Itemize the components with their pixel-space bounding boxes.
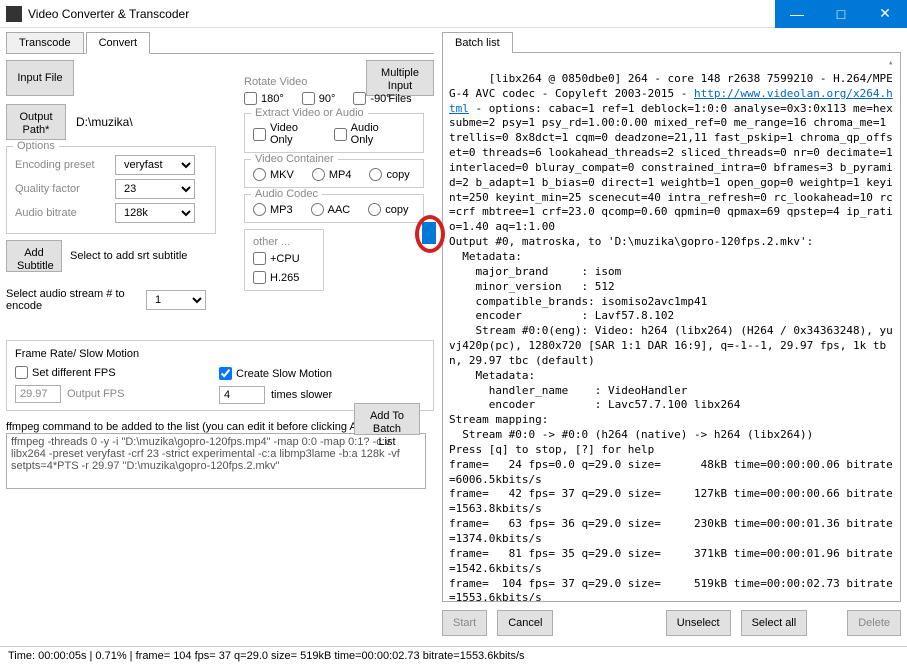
app-icon [6, 6, 22, 22]
highlight-circle [415, 215, 445, 253]
audio-stream-select[interactable]: 1 [146, 290, 206, 310]
add-subtitle-hint: Select to add srt subtitle [70, 250, 187, 262]
quality-factor-select[interactable]: 23 [115, 179, 195, 199]
add-subtitle-button[interactable]: Add Subtitle [6, 240, 62, 272]
tab-convert[interactable]: Convert [86, 32, 151, 54]
options-legend: Options [13, 140, 59, 152]
times-slower-label: times slower [271, 389, 332, 401]
fps-legend: Frame Rate/ Slow Motion [15, 348, 205, 360]
encoding-preset-label: Encoding preset [15, 159, 115, 171]
mp3-radio[interactable]: MP3 [253, 203, 293, 216]
aac-radio[interactable]: AAC [311, 203, 351, 216]
encoding-preset-select[interactable]: veryfast [115, 155, 195, 175]
mp4-radio[interactable]: MP4 [312, 168, 352, 181]
mkv-radio[interactable]: MKV [253, 168, 294, 181]
cancel-button[interactable]: Cancel [497, 610, 553, 636]
vc-copy-radio[interactable]: copy [369, 168, 409, 181]
output-path-value: D:\muzika\ [76, 115, 133, 129]
quality-factor-label: Quality factor [15, 183, 115, 195]
delete-button[interactable]: Delete [847, 610, 901, 636]
ac-copy-radio[interactable]: copy [368, 203, 408, 216]
audio-bitrate-label: Audio bitrate [15, 207, 115, 219]
audio-bitrate-select[interactable]: 128k [115, 203, 195, 223]
set-different-fps-checkbox[interactable]: Set different FPS [15, 366, 187, 379]
output-fps-label: Output FPS [67, 388, 124, 400]
add-to-batch-button[interactable]: Add To Batch List [354, 403, 420, 435]
rotate-90-checkbox[interactable]: 90° [302, 92, 336, 105]
unselect-button[interactable]: Unselect [666, 610, 731, 636]
batch-list-tab[interactable]: Batch list [442, 32, 513, 53]
other-label: other ... [253, 236, 315, 248]
window-title: Video Converter & Transcoder [28, 7, 775, 21]
select-all-button[interactable]: Select all [741, 610, 808, 636]
tab-transcode[interactable]: Transcode [6, 32, 84, 53]
cpu-checkbox[interactable]: +CPU [253, 252, 297, 265]
input-file-button[interactable]: Input File [6, 60, 74, 96]
extract-label: Extract Video or Audio [251, 107, 368, 119]
main-tabs: Transcode Convert [6, 32, 434, 54]
minimize-button[interactable]: — [775, 0, 819, 28]
maximize-button[interactable]: □ [819, 0, 863, 28]
close-button[interactable]: ✕ [863, 0, 907, 28]
scroll-up-icon[interactable] [888, 55, 898, 65]
output-path-button[interactable]: Output Path* [6, 104, 66, 140]
batch-log: [libx264 @ 0850dbe0] 264 - core 148 r263… [442, 52, 901, 602]
rotate-180-checkbox[interactable]: 180° [244, 92, 284, 105]
start-button[interactable]: Start [442, 610, 487, 636]
audio-stream-label: Select audio stream # to encode [6, 288, 146, 312]
titlebar: Video Converter & Transcoder — □ ✕ [0, 0, 907, 28]
video-container-label: Video Container [251, 153, 338, 165]
rotate-label: Rotate Video [244, 76, 424, 88]
fps-value-input[interactable] [15, 385, 61, 403]
audio-only-checkbox[interactable]: Audio Only [334, 122, 397, 146]
h265-checkbox[interactable]: H.265 [253, 271, 297, 284]
video-only-checkbox[interactable]: Video Only [253, 122, 316, 146]
audio-codec-label: Audio Codec [251, 188, 322, 200]
ffmpeg-command-textarea[interactable]: ffmpeg -threads 0 -y -i "D:\muzika\gopro… [6, 433, 426, 489]
slow-value-input[interactable] [219, 386, 265, 404]
slow-motion-checkbox[interactable]: Create Slow Motion [219, 367, 332, 380]
status-bar: Time: 00:00:05s | 0.71% | frame= 104 fps… [0, 646, 907, 668]
rotate-n90-checkbox[interactable]: -90° [353, 92, 390, 105]
